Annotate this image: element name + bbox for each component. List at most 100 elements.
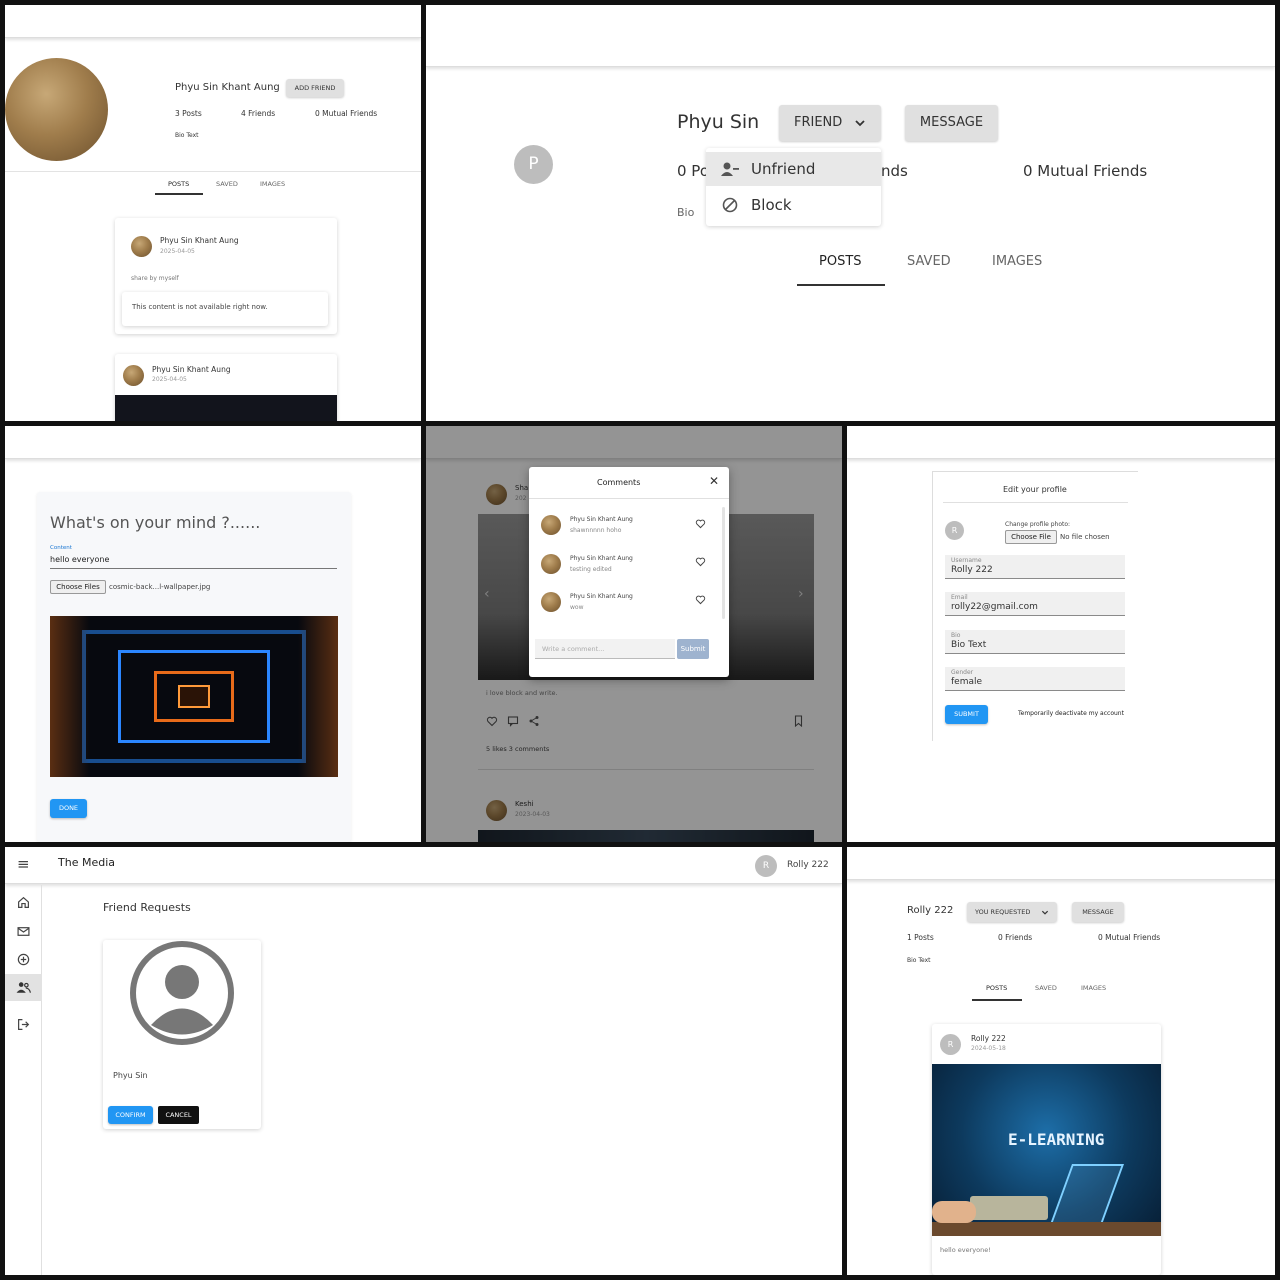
tab-saved[interactable]: SAVED xyxy=(1035,984,1057,992)
change-photo-label: Change profile photo: xyxy=(1005,521,1071,528)
submit-comment-button[interactable]: Submit xyxy=(677,639,709,659)
image-frame-core xyxy=(178,685,210,708)
tab-indicator xyxy=(797,284,885,286)
bio-text: Bio Text xyxy=(175,132,199,139)
app-bar xyxy=(847,426,1275,459)
close-icon[interactable]: ✕ xyxy=(709,474,719,488)
field-label: Email xyxy=(951,594,968,601)
comment-avatar xyxy=(541,515,561,535)
book-stack xyxy=(970,1196,1048,1220)
shared-post-unavailable: This content is not available right now. xyxy=(122,292,328,326)
comments-dialog: Comments ✕ Phyu Sin Khant Aung shawnnnnn… xyxy=(529,467,729,677)
done-button[interactable]: DONE xyxy=(50,799,87,818)
comments-scrollbar[interactable] xyxy=(722,507,725,619)
uploaded-image-preview xyxy=(50,616,338,777)
form-title-divider xyxy=(943,502,1128,503)
chevron-down-icon xyxy=(855,120,865,127)
tab-indicator xyxy=(155,193,203,195)
field-value: Bio Text xyxy=(951,640,987,650)
add-circle-icon[interactable] xyxy=(17,953,30,966)
comment-text: testing edited xyxy=(570,566,612,573)
mutual-friends-count: 0 Mutual Friends xyxy=(315,109,378,118)
tab-images[interactable]: IMAGES xyxy=(260,180,285,188)
post-card: Phyu Sin Khant Aung 2025-04-05 share by … xyxy=(115,218,337,334)
logout-icon[interactable] xyxy=(17,1018,30,1031)
mail-icon[interactable] xyxy=(17,925,30,938)
heart-icon[interactable] xyxy=(695,594,706,605)
tab-saved[interactable]: SAVED xyxy=(216,180,238,188)
field-value: rolly22@gmail.com xyxy=(951,602,1038,612)
menu-item-block[interactable]: Block xyxy=(706,188,881,222)
comment-author: Phyu Sin Khant Aung xyxy=(570,593,633,600)
tab-images[interactable]: IMAGES xyxy=(992,254,1042,269)
post-card: R Rolly 222 2024-05-18 E-LEARNING hello … xyxy=(932,1024,1161,1275)
tab-posts[interactable]: POSTS xyxy=(168,180,189,188)
edit-profile-form: Edit your profile R Change profile photo… xyxy=(932,471,1138,741)
heart-icon[interactable] xyxy=(695,518,706,529)
friend-dropdown-button[interactable]: FRIEND xyxy=(779,105,881,141)
email-field[interactable]: Email rolly22@gmail.com xyxy=(945,592,1125,616)
home-icon[interactable] xyxy=(17,896,30,909)
field-value: Rolly 222 xyxy=(951,565,993,575)
field-label: Username xyxy=(951,557,982,564)
post-author: Rolly 222 xyxy=(971,1034,1006,1043)
image-glow-right xyxy=(298,616,338,777)
gender-field[interactable]: Gender female xyxy=(945,667,1125,691)
comment-avatar xyxy=(541,592,561,612)
tab-posts[interactable]: POSTS xyxy=(986,984,1007,992)
submit-button[interactable]: SUBMIT xyxy=(945,705,988,724)
post-image-text: E-LEARNING xyxy=(1008,1130,1105,1149)
tab-indicator xyxy=(972,999,1022,1001)
deactivate-account-link[interactable]: Temporarily deactivate my account xyxy=(1018,710,1124,717)
tab-images[interactable]: IMAGES xyxy=(1081,984,1106,992)
app-bar: ≡ The Media R Rolly 222 xyxy=(5,847,842,884)
profile-username: Phyu Sin xyxy=(677,111,760,133)
post-author-avatar xyxy=(123,365,144,386)
friends-count: 4 Friends xyxy=(241,109,276,118)
cancel-button[interactable]: CANCEL xyxy=(158,1106,199,1124)
tab-saved[interactable]: SAVED xyxy=(907,254,951,269)
profile-username: Rolly 222 xyxy=(907,905,954,916)
username-field[interactable]: Username Rolly 222 xyxy=(945,555,1125,579)
message-button[interactable]: MESSAGE xyxy=(905,105,998,141)
panel-profile-friend-menu: P Phyu Sin FRIEND MESSAGE 0 Po nds 0 Mut… xyxy=(426,5,1275,421)
content-input[interactable]: hello everyone xyxy=(50,555,109,564)
choose-file-button[interactable]: Choose File xyxy=(1005,530,1057,544)
panel-friend-requests: ≡ The Media R Rolly 222 Friend Requests … xyxy=(5,847,842,1275)
comment-input[interactable]: Write a comment... xyxy=(535,639,675,659)
user-avatar[interactable]: R xyxy=(755,855,777,877)
profile-avatar xyxy=(5,58,108,161)
friend-request-card: Phyu Sin CONFIRM CANCEL xyxy=(103,940,261,1129)
panel-create-post: What's on your mind ?...... Content hell… xyxy=(5,426,421,842)
form-title: Edit your profile xyxy=(1003,485,1067,494)
confirm-button[interactable]: CONFIRM xyxy=(108,1106,153,1124)
you-requested-label: YOU REQUESTED xyxy=(975,908,1031,916)
comment-author: Phyu Sin Khant Aung xyxy=(570,555,633,562)
message-button[interactable]: MESSAGE xyxy=(1072,902,1124,922)
post-image xyxy=(115,395,337,421)
menu-item-unfriend[interactable]: Unfriend xyxy=(706,152,881,186)
heart-icon[interactable] xyxy=(695,556,706,567)
friends-count: nds xyxy=(881,162,908,180)
default-avatar-icon xyxy=(130,941,234,1045)
choose-files-button[interactable]: Choose Files xyxy=(50,580,106,594)
tab-posts[interactable]: POSTS xyxy=(819,254,862,269)
posts-count: 1 Posts xyxy=(907,933,934,942)
request-name: Phyu Sin xyxy=(113,1071,148,1080)
profile-avatar: R xyxy=(945,521,964,540)
hand xyxy=(932,1201,976,1223)
post-date: 2024-05-18 xyxy=(971,1045,1006,1052)
you-requested-dropdown-button[interactable]: YOU REQUESTED xyxy=(967,902,1057,922)
nav-item-friends-active[interactable] xyxy=(5,974,42,1001)
bio-field[interactable]: Bio Bio Text xyxy=(945,630,1125,654)
chevron-down-icon xyxy=(1041,910,1049,915)
user-name[interactable]: Rolly 222 xyxy=(787,860,829,870)
block-label: Block xyxy=(751,196,792,214)
panel-comments-modal: Sha 202 ‹ › i love block and write. 5 li… xyxy=(426,426,842,842)
profile-username: Phyu Sin Khant Aung xyxy=(175,82,280,93)
unfriend-label: Unfriend xyxy=(751,160,816,178)
add-friend-button[interactable]: ADD FRIEND xyxy=(286,79,344,97)
panel-profile-add-friend: Phyu Sin Khant Aung ADD FRIEND 3 Posts 4… xyxy=(5,5,421,421)
friend-button-label: FRIEND xyxy=(794,115,843,130)
menu-icon[interactable]: ≡ xyxy=(17,855,30,873)
